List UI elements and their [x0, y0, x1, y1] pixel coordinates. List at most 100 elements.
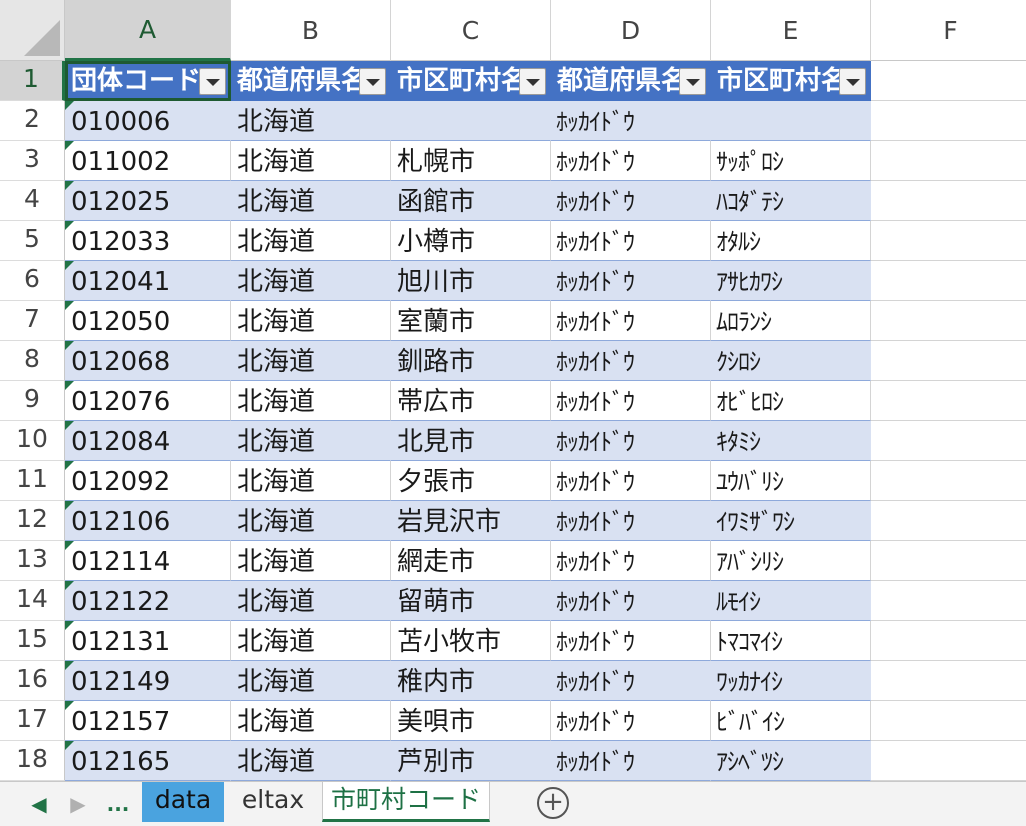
- cell-pref-kana[interactable]: ﾎｯｶｲﾄﾞｳ: [551, 181, 711, 221]
- column-header-b[interactable]: B: [231, 0, 391, 61]
- error-indicator-icon[interactable]: [65, 701, 74, 710]
- row-header[interactable]: 10: [0, 421, 65, 461]
- error-indicator-icon[interactable]: [65, 581, 74, 590]
- cell-city-kana[interactable]: ﾊｺﾀﾞﾃｼ: [711, 181, 871, 221]
- cell-pref[interactable]: 北海道: [231, 261, 391, 301]
- cell-code[interactable]: 012092: [65, 461, 231, 501]
- cell-city[interactable]: 稚内市: [391, 661, 551, 701]
- cell-pref-kana[interactable]: ﾎｯｶｲﾄﾞｳ: [551, 461, 711, 501]
- empty-cell[interactable]: [871, 141, 1026, 181]
- empty-cell[interactable]: [871, 501, 1026, 541]
- header-cell-city[interactable]: 市区町村名: [391, 61, 551, 101]
- error-indicator-icon[interactable]: [65, 181, 74, 190]
- cell-city-kana[interactable]: ﾙﾓｲｼ: [711, 581, 871, 621]
- error-indicator-icon[interactable]: [65, 501, 74, 510]
- cell-city-kana[interactable]: ﾕｳﾊﾞﾘｼ: [711, 461, 871, 501]
- empty-cell[interactable]: [871, 701, 1026, 741]
- cell-city-kana[interactable]: ｻｯﾎﾟﾛｼ: [711, 141, 871, 181]
- empty-cell[interactable]: [871, 61, 1026, 101]
- error-indicator-icon[interactable]: [65, 621, 74, 630]
- cell-pref-kana[interactable]: ﾎｯｶｲﾄﾞｳ: [551, 301, 711, 341]
- cell-city[interactable]: 函館市: [391, 181, 551, 221]
- cell-pref-kana[interactable]: ﾎｯｶｲﾄﾞｳ: [551, 341, 711, 381]
- cell-pref-kana[interactable]: ﾎｯｶｲﾄﾞｳ: [551, 101, 711, 141]
- cell-pref[interactable]: 北海道: [231, 701, 391, 741]
- cell-pref-kana[interactable]: ﾎｯｶｲﾄﾞｳ: [551, 581, 711, 621]
- cell-pref[interactable]: 北海道: [231, 181, 391, 221]
- error-indicator-icon[interactable]: [65, 741, 74, 750]
- cell-code[interactable]: 012165: [65, 741, 231, 781]
- cell-code[interactable]: 012084: [65, 421, 231, 461]
- cell-city[interactable]: [391, 101, 551, 141]
- more-sheets-button[interactable]: ...: [104, 790, 132, 818]
- cell-city[interactable]: 帯広市: [391, 381, 551, 421]
- cell-city-kana[interactable]: ｵﾋﾞﾋﾛｼ: [711, 381, 871, 421]
- header-cell-pref[interactable]: 都道府県名: [231, 61, 391, 101]
- cell-code[interactable]: 012122: [65, 581, 231, 621]
- row-header[interactable]: 7: [0, 301, 65, 341]
- error-indicator-icon[interactable]: [65, 261, 74, 270]
- cell-pref[interactable]: 北海道: [231, 661, 391, 701]
- row-header[interactable]: 6: [0, 261, 65, 301]
- cell-code[interactable]: 012114: [65, 541, 231, 581]
- error-indicator-icon[interactable]: [65, 221, 74, 230]
- cell-code[interactable]: 012025: [65, 181, 231, 221]
- cell-pref-kana[interactable]: ﾎｯｶｲﾄﾞｳ: [551, 661, 711, 701]
- cell-city[interactable]: 小樽市: [391, 221, 551, 261]
- empty-cell[interactable]: [871, 621, 1026, 661]
- error-indicator-icon[interactable]: [65, 101, 74, 110]
- row-header[interactable]: 5: [0, 221, 65, 261]
- cell-pref[interactable]: 北海道: [231, 301, 391, 341]
- cell-pref[interactable]: 北海道: [231, 141, 391, 181]
- cell-city-kana[interactable]: ｸｼﾛｼ: [711, 341, 871, 381]
- cell-code[interactable]: 012068: [65, 341, 231, 381]
- empty-cell[interactable]: [871, 181, 1026, 221]
- cell-city[interactable]: 室蘭市: [391, 301, 551, 341]
- error-indicator-icon[interactable]: [65, 141, 74, 150]
- row-header[interactable]: 2: [0, 101, 65, 141]
- cell-city-kana[interactable]: ﾜｯｶﾅｲｼ: [711, 661, 871, 701]
- filter-dropdown-icon[interactable]: [839, 68, 866, 95]
- cell-code[interactable]: 012076: [65, 381, 231, 421]
- row-header[interactable]: 11: [0, 461, 65, 501]
- cell-pref[interactable]: 北海道: [231, 541, 391, 581]
- row-header[interactable]: 17: [0, 701, 65, 741]
- row-header[interactable]: 3: [0, 141, 65, 181]
- empty-cell[interactable]: [871, 101, 1026, 141]
- empty-cell[interactable]: [871, 461, 1026, 501]
- cell-code[interactable]: 012149: [65, 661, 231, 701]
- select-all-corner[interactable]: [0, 0, 65, 61]
- cell-city[interactable]: 留萌市: [391, 581, 551, 621]
- cell-pref[interactable]: 北海道: [231, 381, 391, 421]
- cell-city-kana[interactable]: [711, 101, 871, 141]
- next-sheet-icon[interactable]: ▶: [64, 790, 92, 818]
- cell-pref[interactable]: 北海道: [231, 101, 391, 141]
- empty-cell[interactable]: [871, 541, 1026, 581]
- empty-cell[interactable]: [871, 661, 1026, 701]
- cell-city[interactable]: 美唄市: [391, 701, 551, 741]
- cell-city[interactable]: 釧路市: [391, 341, 551, 381]
- column-header-a[interactable]: A: [65, 0, 231, 61]
- empty-cell[interactable]: [871, 581, 1026, 621]
- cell-city[interactable]: 北見市: [391, 421, 551, 461]
- tab-municipality-code[interactable]: 市町村コード: [322, 782, 490, 822]
- header-cell-pref-kana[interactable]: 都道府県名: [551, 61, 711, 101]
- column-header-c[interactable]: C: [391, 0, 551, 61]
- row-header[interactable]: 18: [0, 741, 65, 781]
- cell-pref[interactable]: 北海道: [231, 461, 391, 501]
- row-header[interactable]: 15: [0, 621, 65, 661]
- prev-sheet-icon[interactable]: ◀: [25, 790, 53, 818]
- empty-cell[interactable]: [871, 421, 1026, 461]
- cell-code[interactable]: 012041: [65, 261, 231, 301]
- cell-pref[interactable]: 北海道: [231, 341, 391, 381]
- cell-city[interactable]: 旭川市: [391, 261, 551, 301]
- column-header-d[interactable]: D: [551, 0, 711, 61]
- error-indicator-icon[interactable]: [65, 421, 74, 430]
- cell-city[interactable]: 網走市: [391, 541, 551, 581]
- error-indicator-icon[interactable]: [65, 301, 74, 310]
- row-header[interactable]: 9: [0, 381, 65, 421]
- tab-eltax[interactable]: eltax: [226, 782, 320, 822]
- cell-city-kana[interactable]: ﾑﾛﾗﾝｼ: [711, 301, 871, 341]
- cell-city[interactable]: 芦別市: [391, 741, 551, 781]
- cell-city[interactable]: 岩見沢市: [391, 501, 551, 541]
